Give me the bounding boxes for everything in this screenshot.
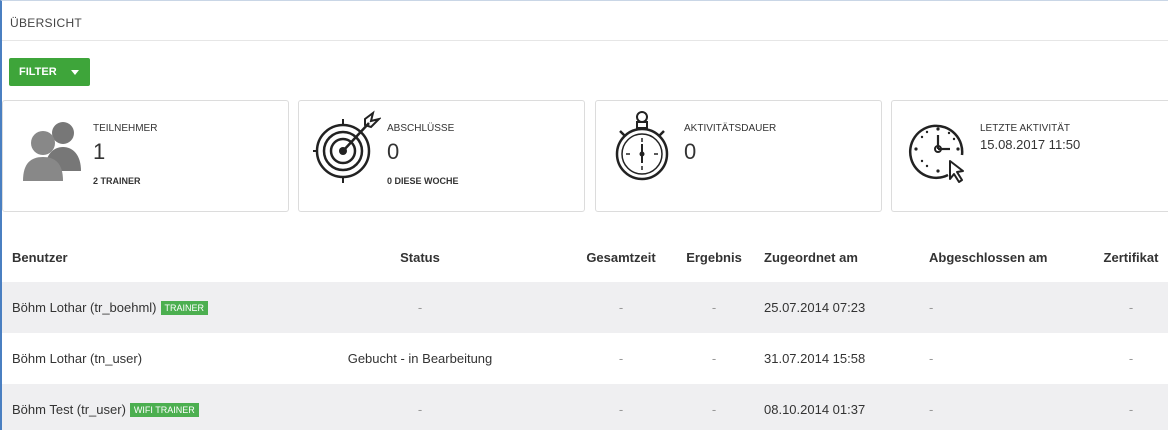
column-header-status[interactable]: Status [272, 232, 568, 282]
cell-gesamtzeit: - [568, 282, 674, 333]
cell-ergebnis: - [674, 384, 754, 430]
filter-button[interactable]: FILTER [9, 58, 90, 86]
column-header-zertifikat[interactable]: Zertifikat [1094, 232, 1168, 282]
column-header-ergebnis[interactable]: Ergebnis [674, 232, 754, 282]
filter-button-label: FILTER [19, 66, 57, 78]
card-sub: 2 TRAINER [93, 176, 141, 186]
table-row[interactable]: Böhm Test (tr_user) WIFI TRAINER - - - 08… [2, 384, 1168, 430]
clock-cursor-icon [908, 124, 964, 183]
card-value: 15.08.2017 11:50 [980, 137, 1081, 152]
target-icon [313, 110, 381, 183]
column-header-benutzer[interactable]: Benutzer [2, 232, 272, 282]
role-badge: WIFI TRAINER [129, 403, 199, 417]
cell-gesamtzeit: - [618, 351, 624, 366]
users-table: Benutzer Status Gesamtzeit Ergebnis Zuge… [2, 232, 1168, 430]
card-value: 0 [684, 139, 697, 164]
card-teilnehmer: TEILNEHMER 1 2 TRAINER [2, 100, 289, 212]
cell-status: Gebucht - in Bearbeitung [347, 351, 493, 366]
card-value: 1 [93, 139, 106, 164]
user-name[interactable]: Böhm Lothar (tn_user) [12, 351, 142, 366]
cell-status: - [272, 282, 568, 333]
stopwatch-icon [615, 111, 669, 181]
page-title: ÜBERSICHT [10, 16, 83, 30]
card-label: ABSCHLÜSSE [387, 123, 455, 134]
cell-zugeordnet: 31.07.2014 15:58 [764, 351, 866, 366]
header-divider [2, 40, 1168, 41]
cell-zugeordnet: 25.07.2014 07:23 [754, 282, 919, 333]
users-icon [23, 122, 81, 181]
cell-zugeordnet: 08.10.2014 01:37 [754, 384, 919, 430]
cell-abgeschlossen: - [929, 351, 934, 366]
card-abschluesse: ABSCHLÜSSE 0 0 DIESE WOCHE [298, 100, 585, 212]
card-label: TEILNEHMER [93, 123, 158, 134]
cell-gesamtzeit: - [568, 384, 674, 430]
cell-abgeschlossen: - [919, 384, 1094, 430]
role-badge: TRAINER [160, 301, 209, 315]
cell-user: Böhm Test (tr_user) WIFI TRAINER [2, 384, 272, 430]
column-header-zugeordnet[interactable]: Zugeordnet am [754, 232, 919, 282]
table-row[interactable]: Böhm Lothar (tr_boehml) TRAINER - - - 25.… [2, 282, 1168, 333]
card-sub: 0 DIESE WOCHE [387, 176, 459, 186]
cell-ergebnis: - [711, 351, 717, 366]
card-letzte-aktivitaet: LETZTE AKTIVITÄT 15.08.2017 11:50 [891, 100, 1168, 212]
chevron-down-icon [71, 70, 79, 75]
table-header-row: Benutzer Status Gesamtzeit Ergebnis Zuge… [2, 232, 1168, 282]
cell-zertifikat: - [1094, 384, 1168, 430]
cell-status: - [272, 384, 568, 430]
table-row[interactable]: Böhm Lothar (tn_user) Gebucht - in Bearb… [2, 333, 1168, 384]
column-header-gesamtzeit[interactable]: Gesamtzeit [568, 232, 674, 282]
card-label: AKTIVITÄTSDAUER [684, 123, 777, 134]
cell-abgeschlossen: - [919, 282, 1094, 333]
card-value: 0 [387, 139, 400, 164]
cell-zertifikat: - [1128, 351, 1134, 366]
cell-user: Böhm Lothar (tr_boehml) TRAINER [2, 282, 272, 333]
card-aktivitaetsdauer: AKTIVITÄTSDAUER 0 [595, 100, 882, 212]
column-header-abgeschlossen[interactable]: Abgeschlossen am [919, 232, 1094, 282]
cell-zertifikat: - [1094, 282, 1168, 333]
cell-user: Böhm Lothar (tn_user) [2, 333, 272, 384]
card-label: LETZTE AKTIVITÄT [980, 123, 1071, 134]
user-name[interactable]: Böhm Lothar (tr_boehml) [12, 300, 157, 315]
cell-ergebnis: - [674, 282, 754, 333]
user-name[interactable]: Böhm Test (tr_user) [12, 402, 126, 417]
